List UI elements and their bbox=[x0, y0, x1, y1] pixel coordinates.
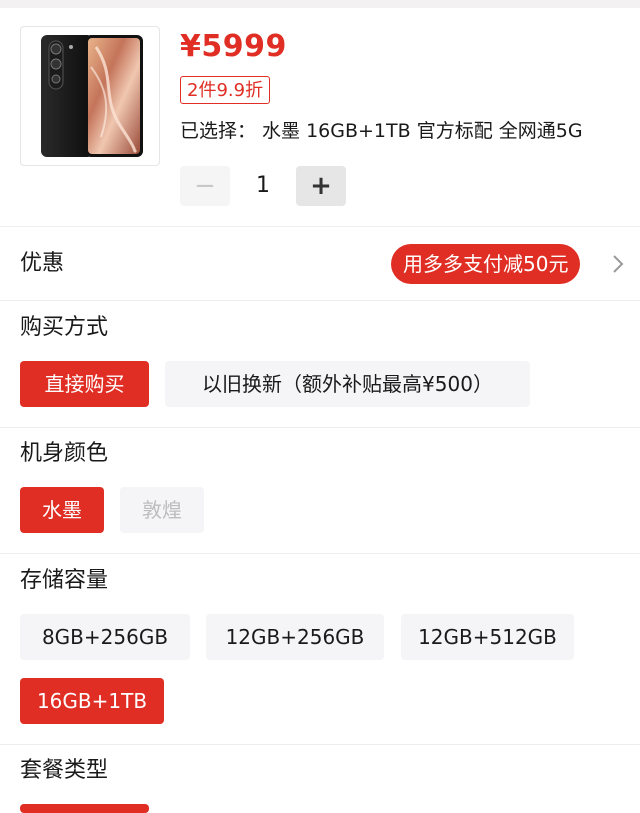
discount-tag: 2件9.9折 bbox=[180, 76, 271, 104]
storage-option-8-256[interactable]: 8GB+256GB bbox=[20, 614, 190, 660]
promo-title: 优惠 bbox=[20, 251, 65, 276]
divider bbox=[0, 300, 640, 301]
package-option[interactable] bbox=[20, 804, 149, 813]
product-price: ¥5999 bbox=[180, 29, 287, 64]
quantity-value[interactable]: 1 bbox=[238, 166, 288, 206]
package-title: 套餐类型 bbox=[20, 758, 109, 783]
color-option-dunhuang[interactable]: 敦煌 bbox=[120, 487, 204, 533]
quantity-minus-button[interactable]: − bbox=[180, 166, 230, 206]
purchase-method-title: 购买方式 bbox=[20, 315, 109, 340]
divider bbox=[0, 744, 640, 745]
storage-option-16-1tb[interactable]: 16GB+1TB bbox=[20, 678, 164, 724]
storage-option-12-256[interactable]: 12GB+256GB bbox=[206, 614, 384, 660]
purchase-option-direct[interactable]: 直接购买 bbox=[20, 361, 149, 407]
color-title: 机身颜色 bbox=[20, 441, 109, 466]
storage-option-12-512[interactable]: 12GB+512GB bbox=[401, 614, 574, 660]
product-summary: ¥5999 2件9.9折 已选择： 水墨 16GB+1TB 官方标配 全网通5G… bbox=[0, 8, 640, 226]
storage-title: 存储容量 bbox=[20, 568, 109, 593]
purchase-option-trade-in[interactable]: 以旧换新（额外补贴最高¥500） bbox=[165, 361, 530, 407]
chevron-right-icon[interactable] bbox=[608, 253, 628, 275]
selected-spec-text: 已选择： 水墨 16GB+1TB 官方标配 全网通5G bbox=[180, 120, 583, 142]
quantity-plus-button[interactable]: + bbox=[296, 166, 346, 206]
divider bbox=[0, 226, 640, 227]
phone-image-icon bbox=[41, 35, 143, 157]
promo-pill[interactable]: 用多多支付减50元 bbox=[391, 244, 581, 284]
divider bbox=[0, 427, 640, 428]
product-thumbnail bbox=[20, 26, 160, 166]
divider bbox=[0, 553, 640, 554]
color-option-shuimo[interactable]: 水墨 bbox=[20, 487, 104, 533]
top-strip bbox=[0, 0, 640, 8]
